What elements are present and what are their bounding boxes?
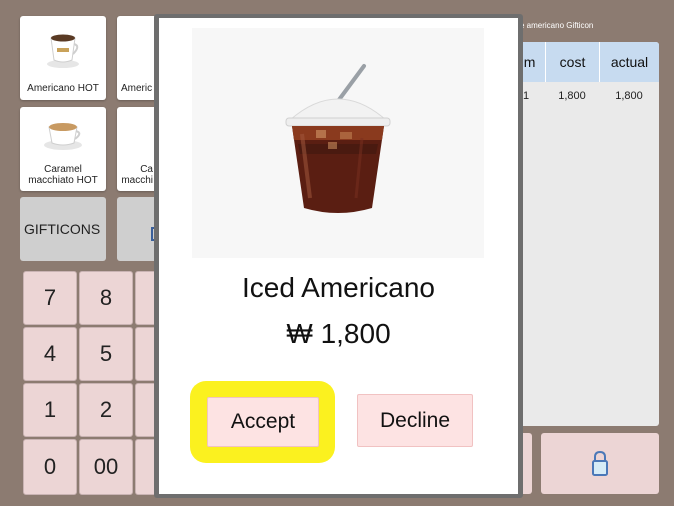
coffee-cup-icon — [20, 24, 106, 76]
lock-button[interactable] — [541, 433, 659, 494]
menu-item-label: Caramel macchiato HOT — [28, 164, 98, 186]
gifticons-label: GIFTICONS — [24, 221, 101, 237]
product-name: Iced Americano — [242, 272, 435, 303]
gifticons-button[interactable]: GIFTICONS — [20, 197, 106, 261]
menu-item-label: Ca macchi — [121, 164, 153, 186]
key-label: 5 — [99, 341, 113, 366]
decline-button[interactable]: Decline — [357, 394, 473, 447]
table-row[interactable]: 1 1,800 1,800 — [505, 90, 659, 102]
menu-item-label: Americano HOT — [27, 83, 99, 94]
order-table: um cost actual 1 1,800 1,800 — [505, 42, 659, 426]
column-header-actual: actual — [599, 42, 659, 82]
menu-item-americano[interactable]: Americ — [117, 16, 157, 100]
lock-icon — [591, 449, 609, 482]
coffee-cup-icon — [20, 115, 106, 167]
product-price: ₩ 1,800 — [286, 318, 391, 349]
accept-button[interactable]: Accept — [207, 397, 319, 447]
cell-cost: 1,800 — [558, 90, 586, 102]
key-label: 0 — [43, 454, 57, 479]
table-header: um cost actual — [505, 42, 659, 82]
key-label: 8 — [99, 285, 113, 310]
menu-action-button[interactable] — [117, 197, 157, 261]
menu-item-americano-hot[interactable]: Americano HOT — [20, 16, 106, 100]
cell-actual: 1,800 — [615, 90, 643, 102]
key-label: 4 — [43, 341, 57, 366]
key-2[interactable]: 2 — [79, 383, 133, 437]
column-header-cost: cost — [545, 42, 599, 82]
iced-coffee-icon — [192, 28, 484, 258]
order-caption: e americano Gifticon — [520, 21, 594, 30]
key-5[interactable]: 5 — [79, 327, 133, 381]
key-7[interactable]: 7 — [23, 271, 77, 325]
key-0[interactable]: 0 — [23, 439, 77, 495]
key-label: 00 — [93, 454, 119, 479]
key-label: 1 — [43, 397, 57, 422]
key-label: 2 — [99, 397, 113, 422]
menu-item-caramel-macchiato-hot[interactable]: Caramel macchiato HOT — [20, 107, 106, 191]
menu-item-label: Americ — [121, 83, 153, 94]
key-label: 7 — [43, 285, 57, 310]
menu-item-caramel-macchiato[interactable]: Ca macchi — [117, 107, 157, 191]
key-1[interactable]: 1 — [23, 383, 77, 437]
key-8[interactable]: 8 — [79, 271, 133, 325]
key-00[interactable]: 00 — [79, 439, 133, 495]
gifticon-confirm-dialog: Iced Americano ₩ 1,800 Accept Decline — [159, 18, 518, 494]
key-4[interactable]: 4 — [23, 327, 77, 381]
